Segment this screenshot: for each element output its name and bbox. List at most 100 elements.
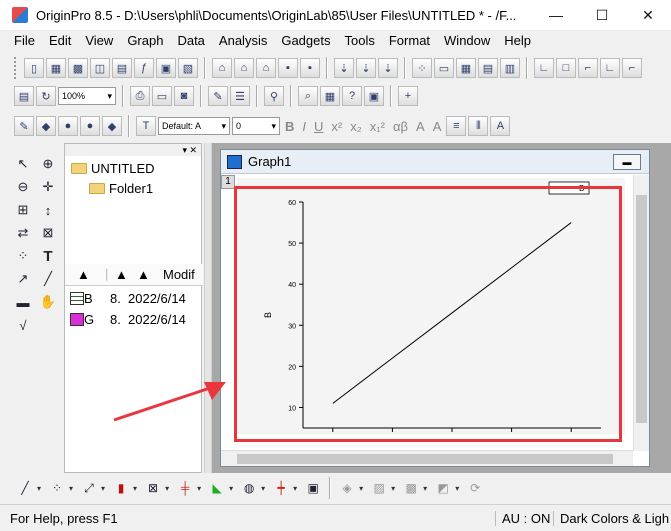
chevron-down-icon[interactable]: ▾ bbox=[359, 484, 363, 493]
results-log-icon[interactable]: ☰ bbox=[230, 86, 250, 106]
font-size-select[interactable]: 0 ▾ bbox=[232, 117, 280, 135]
greek-button[interactable]: αβ bbox=[390, 119, 411, 134]
menu-file[interactable]: File bbox=[0, 31, 42, 51]
graph-minimize-button[interactable]: ▬ bbox=[613, 153, 641, 170]
new-function-icon[interactable]: ƒ bbox=[134, 58, 154, 78]
line-icon[interactable]: ╱ bbox=[36, 268, 60, 290]
toolbar-grip[interactable] bbox=[14, 57, 18, 79]
sort-name-icon[interactable]: ▲ bbox=[77, 267, 90, 282]
new-layout-icon[interactable]: ▣ bbox=[156, 58, 176, 78]
open-excel-icon[interactable]: ⌂ bbox=[256, 58, 276, 78]
import-single-ascii-icon[interactable]: ⇣ bbox=[334, 58, 354, 78]
menu-help[interactable]: Help bbox=[497, 31, 538, 51]
superscript-button[interactable]: x² bbox=[328, 119, 345, 134]
increase-font-button[interactable]: A bbox=[413, 119, 428, 134]
font-color-icon[interactable]: A bbox=[490, 116, 511, 136]
command-icon[interactable]: ▣ bbox=[364, 86, 384, 106]
file-row-book[interactable]: B 8. 2022/6/14 bbox=[65, 288, 203, 308]
chevron-down-icon[interactable]: ▾ bbox=[229, 484, 233, 493]
import-multiple-ascii-icon[interactable]: ⇣ bbox=[356, 58, 376, 78]
axis-frame-icon[interactable]: ⌐ bbox=[578, 58, 598, 78]
arrow-icon[interactable]: ↗ bbox=[11, 268, 35, 290]
print-icon[interactable]: ⎙ bbox=[130, 86, 150, 106]
add-column-icon[interactable]: + bbox=[398, 86, 418, 106]
graph-page[interactable]: 10203040506012345BB bbox=[237, 178, 625, 434]
refresh-icon[interactable]: ↻ bbox=[36, 86, 56, 106]
line-symbol-icon[interactable]: ⤢ bbox=[80, 479, 98, 497]
calendar-icon[interactable]: ▦ bbox=[320, 86, 340, 106]
scroll-thumb[interactable] bbox=[636, 195, 647, 423]
text-icon[interactable]: T bbox=[36, 245, 60, 267]
bold-button[interactable]: B bbox=[282, 119, 297, 134]
data-selector-icon[interactable]: ⇄ bbox=[11, 222, 35, 244]
tree-root-untitled[interactable]: UNTITLED bbox=[71, 161, 155, 176]
area-plot-icon[interactable]: ◣ bbox=[208, 479, 226, 497]
sort-size-icon[interactable]: ▲ bbox=[115, 267, 128, 282]
supersub-button[interactable]: x₁² bbox=[367, 119, 388, 134]
axis-l-icon[interactable]: ∟ bbox=[534, 58, 554, 78]
pick-color-icon[interactable]: ◆ bbox=[36, 116, 56, 136]
sort-date-icon[interactable]: ▲ bbox=[137, 267, 150, 282]
chevron-down-icon[interactable]: ▾ bbox=[293, 484, 297, 493]
underline-button[interactable]: U bbox=[311, 119, 326, 134]
mask-points-icon[interactable]: ⊠ bbox=[36, 222, 60, 244]
subscript-button[interactable]: x₂ bbox=[347, 119, 365, 134]
rectangle-icon[interactable]: ▬ bbox=[11, 291, 35, 313]
layer-1-tab[interactable]: 1 bbox=[221, 175, 235, 189]
pointer-icon[interactable]: ↖ bbox=[11, 153, 35, 175]
menu-data[interactable]: Data bbox=[170, 31, 211, 51]
file-row-graph[interactable]: G 8. 2022/6/14 bbox=[65, 309, 203, 329]
layer-panel-icon[interactable]: ▭ bbox=[434, 58, 454, 78]
new-excel-icon[interactable]: ▩ bbox=[68, 58, 88, 78]
data-reader-icon[interactable]: ⊞ bbox=[11, 199, 35, 221]
new-matrix-icon[interactable]: ▤ bbox=[112, 58, 132, 78]
save-template-icon[interactable]: ▪ bbox=[300, 58, 320, 78]
chevron-down-icon[interactable]: ▾ bbox=[423, 484, 427, 493]
draw-data-icon[interactable]: ⁘ bbox=[11, 245, 35, 267]
script-window-icon[interactable]: ✎ bbox=[208, 86, 228, 106]
chevron-down-icon[interactable]: ▾ bbox=[37, 484, 41, 493]
menu-edit[interactable]: Edit bbox=[42, 31, 78, 51]
layer-arrange-icon[interactable]: ▥ bbox=[500, 58, 520, 78]
panel-splitter[interactable] bbox=[204, 143, 212, 473]
chevron-down-icon[interactable]: ▾ bbox=[197, 484, 201, 493]
unmask-icon[interactable]: ● bbox=[80, 116, 100, 136]
new-workbook-icon[interactable]: ▦ bbox=[46, 58, 66, 78]
graph-window-titlebar[interactable]: Graph1 ▬ bbox=[221, 150, 649, 174]
new-project-icon[interactable]: ▯ bbox=[24, 58, 44, 78]
menu-gadgets[interactable]: Gadgets bbox=[274, 31, 337, 51]
zoom-in-icon[interactable]: ⊕ bbox=[36, 153, 60, 175]
menu-tools[interactable]: Tools bbox=[338, 31, 382, 51]
scatter-matrix-icon[interactable]: ⁘ bbox=[412, 58, 432, 78]
3d-surface-icon[interactable]: ▨ bbox=[370, 479, 388, 497]
maximize-button[interactable]: ☐ bbox=[579, 0, 625, 31]
zoom-out-icon[interactable]: ⊖ bbox=[11, 176, 35, 198]
axis-top-icon[interactable]: ⌐ bbox=[622, 58, 642, 78]
slideshow-icon[interactable]: ▭ bbox=[152, 86, 172, 106]
find-icon[interactable]: ⌕ bbox=[298, 86, 318, 106]
chevron-down-icon[interactable]: ▾ bbox=[261, 484, 265, 493]
3d-contour-icon[interactable]: ◩ bbox=[434, 479, 452, 497]
copy-page-icon[interactable]: ◙ bbox=[174, 86, 194, 106]
layer-stack-icon[interactable]: ▤ bbox=[478, 58, 498, 78]
template-library-icon[interactable]: ▣ bbox=[304, 479, 322, 497]
high-low-icon[interactable]: ╪ bbox=[176, 479, 194, 497]
scale-icon[interactable]: ↕ bbox=[36, 199, 60, 221]
vertical-scrollbar[interactable] bbox=[633, 175, 649, 451]
chevron-down-icon[interactable]: ▾ bbox=[101, 484, 105, 493]
hand-icon[interactable]: ✋ bbox=[36, 291, 60, 313]
hierarchy-icon[interactable]: ⚲ bbox=[264, 86, 284, 106]
3d-rotate-icon[interactable]: ⟳ bbox=[466, 479, 484, 497]
pen-icon[interactable]: ✎ bbox=[14, 116, 34, 136]
new-notes-icon[interactable]: ▧ bbox=[178, 58, 198, 78]
column-plot-icon[interactable]: ▮ bbox=[112, 479, 130, 497]
axis-box-icon[interactable]: □ bbox=[556, 58, 576, 78]
mask-icon[interactable]: ● bbox=[58, 116, 78, 136]
italic-button[interactable]: I bbox=[299, 119, 309, 134]
hide-icon[interactable]: ◆ bbox=[102, 116, 122, 136]
minimize-button[interactable]: — bbox=[533, 0, 579, 31]
menu-window[interactable]: Window bbox=[437, 31, 497, 51]
project-explorer-icon[interactable]: ▤ bbox=[14, 86, 34, 106]
line-plot-icon[interactable]: ╱ bbox=[16, 479, 34, 497]
new-graph-icon[interactable]: ◫ bbox=[90, 58, 110, 78]
